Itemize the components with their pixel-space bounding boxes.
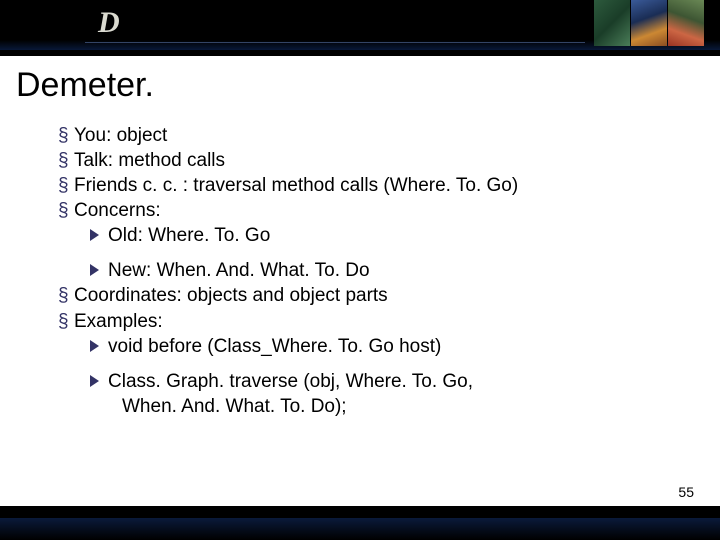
spacer bbox=[22, 359, 698, 369]
subbullet-classgraph-cont: When. And. What. To. Do); bbox=[22, 394, 698, 419]
art-panel-3 bbox=[668, 0, 704, 46]
bullet-concerns: Concerns: bbox=[22, 198, 698, 223]
subbullet-old: Old: Where. To. Go bbox=[22, 223, 698, 248]
header-band: D bbox=[0, 0, 720, 50]
bullet-coordinates: Coordinates: objects and object parts bbox=[22, 283, 698, 308]
footer-band bbox=[0, 518, 720, 540]
bullet-you: You: object bbox=[22, 123, 698, 148]
bullet-friends: Friends c. c. : traversal method calls (… bbox=[22, 173, 698, 198]
subbullet-new: New: When. And. What. To. Do bbox=[22, 258, 698, 283]
logo-letter: D bbox=[98, 6, 120, 40]
bullet-talk: Talk: method calls bbox=[22, 148, 698, 173]
subbullet-void-before: void before (Class_Where. To. Go host) bbox=[22, 334, 698, 359]
slide-body: You: object Talk: method calls Friends c… bbox=[22, 123, 698, 419]
subbullet-classgraph: Class. Graph. traverse (obj, Where. To. … bbox=[22, 369, 698, 394]
header-divider bbox=[85, 42, 585, 43]
spacer bbox=[22, 248, 698, 258]
art-panel-2 bbox=[631, 0, 667, 46]
art-panel-1 bbox=[594, 0, 630, 46]
bullet-examples: Examples: bbox=[22, 309, 698, 334]
header-artwork bbox=[594, 0, 704, 46]
slide: D Demeter. You: object Talk: method call… bbox=[0, 0, 720, 540]
page-number: 55 bbox=[678, 484, 694, 500]
content-area: Demeter. You: object Talk: method calls … bbox=[0, 56, 720, 506]
slide-title: Demeter. bbox=[16, 66, 698, 105]
